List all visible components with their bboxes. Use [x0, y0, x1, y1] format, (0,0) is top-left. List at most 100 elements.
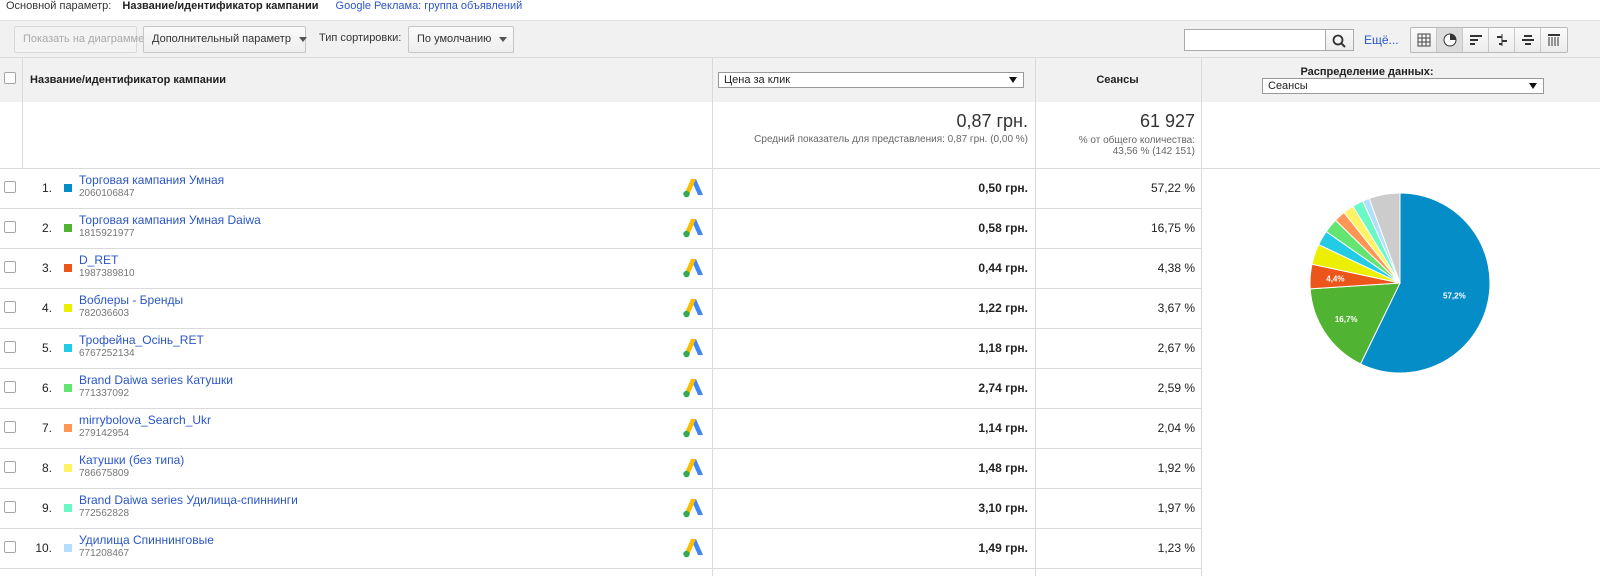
campaign-name-link[interactable]: Воблеры - Бренды: [79, 293, 183, 307]
sort-type-value: По умолчанию: [417, 33, 492, 45]
campaign-column-header[interactable]: Название/идентификатор кампании: [30, 74, 226, 86]
row-number: 10.: [35, 541, 52, 555]
campaign-name-link[interactable]: Торговая кампания Умная Daiwa: [79, 213, 261, 227]
grid-icon: [1417, 33, 1430, 47]
campaign-name-link[interactable]: Торговая кампания Умная: [79, 173, 224, 187]
google-ads-icon[interactable]: [681, 377, 705, 399]
cpc-average-value: 0,87 грн.: [956, 111, 1028, 131]
series-color-swatch: [64, 464, 72, 472]
google-ads-icon[interactable]: [681, 217, 705, 239]
plot-rows-button[interactable]: Показать на диаграмме: [14, 26, 144, 53]
series-color-swatch: [64, 424, 72, 432]
row-number: 3.: [41, 261, 52, 275]
row-number: 5.: [41, 341, 52, 355]
google-ads-icon[interactable]: [681, 337, 705, 359]
select-all-checkbox[interactable]: [4, 72, 16, 84]
row-number: 8.: [41, 461, 52, 475]
google-ads-icon[interactable]: [681, 257, 705, 279]
sessions-percent: 57,22 %: [1150, 181, 1195, 195]
cpc-average-note: Средний показатель для представления: 0,…: [754, 134, 1028, 145]
campaign-name-link[interactable]: Катушки (без типа): [79, 453, 184, 467]
row-checkbox[interactable]: [4, 461, 16, 473]
distribution-select-value: Сеансы: [1268, 80, 1308, 92]
campaign-name-link[interactable]: Brand Daiwa series Катушки: [79, 373, 233, 387]
row-number: 6.: [41, 381, 52, 395]
sort-type-label: Тип сортировки:: [319, 32, 402, 44]
sessions-total-percent: 43,56 % (142 151): [1112, 146, 1195, 157]
primary-dimension-label: Основной параметр:: [6, 0, 112, 12]
google-ads-icon[interactable]: [681, 417, 705, 439]
table-toolbar: Показать на диаграмме Дополнительный пар…: [0, 20, 1600, 58]
row-checkbox[interactable]: [4, 501, 16, 513]
dropdown-arrow-icon: [1529, 83, 1537, 89]
table-row: 9. Brand Daiwa series Удилища-спиннинги 77…: [0, 488, 1200, 528]
sort-type-dropdown[interactable]: По умолчанию: [408, 26, 514, 53]
campaign-id: 1987389810: [79, 268, 135, 279]
distribution-select[interactable]: Сеансы: [1262, 78, 1544, 94]
row-checkbox[interactable]: [4, 261, 16, 273]
row-number: 9.: [41, 501, 52, 515]
campaign-id: 771208467: [79, 548, 130, 559]
secondary-dimension-dropdown[interactable]: Дополнительный параметр: [143, 26, 307, 53]
table-row: 8. Катушки (без типа) 786675809 1,48 грн. 1,…: [0, 448, 1200, 488]
view-performance-button[interactable]: [1463, 28, 1489, 52]
series-color-swatch: [64, 384, 72, 392]
row-checkbox[interactable]: [4, 341, 16, 353]
row-number: 2.: [41, 221, 52, 235]
row-checkbox[interactable]: [4, 301, 16, 313]
campaign-name-link[interactable]: Трофейна_Осінь_RET: [79, 333, 204, 347]
cpc-value: 3,10 грн.: [978, 501, 1028, 515]
campaign-name-link[interactable]: mirrybolova_Search_Ukr: [79, 413, 211, 427]
row-checkbox[interactable]: [4, 181, 16, 193]
advanced-filter-link[interactable]: Ещё...: [1364, 33, 1399, 47]
row-number: 4.: [41, 301, 52, 315]
google-ads-icon[interactable]: [681, 497, 705, 519]
view-percentage-button[interactable]: [1437, 28, 1463, 52]
secondary-dimension-label: Дополнительный параметр: [152, 33, 291, 45]
table-row: 6. Brand Daiwa series Катушки 771337092 2,7…: [0, 368, 1200, 408]
view-data-button[interactable]: [1411, 28, 1437, 52]
table-search-input[interactable]: [1184, 29, 1326, 51]
sessions-percent: 2,59 %: [1157, 381, 1195, 395]
campaign-name-link[interactable]: Brand Daiwa series Удилища-спиннинги: [79, 493, 298, 507]
table-row: 7. mirrybolova_Search_Ukr 279142954 1,14 гр…: [0, 408, 1200, 448]
view-pivot-button[interactable]: [1541, 28, 1567, 52]
google-ads-icon[interactable]: [681, 537, 705, 559]
google-ads-icon[interactable]: [681, 457, 705, 479]
campaign-name-link[interactable]: Удилища Спиннинговые: [79, 533, 214, 547]
sessions-percent: 2,04 %: [1157, 421, 1195, 435]
view-term-cloud-button[interactable]: [1515, 28, 1541, 52]
cpc-value: 1,49 грн.: [978, 541, 1028, 555]
view-comparison-button[interactable]: [1489, 28, 1515, 52]
campaign-id: 2060106847: [79, 188, 135, 199]
google-ads-icon[interactable]: [681, 297, 705, 319]
pie-slice-label: 4,4%: [1326, 274, 1344, 283]
pivot-icon: [1548, 34, 1560, 46]
metric-select-value: Цена за клик: [724, 74, 791, 86]
row-checkbox[interactable]: [4, 221, 16, 233]
row-number: 7.: [41, 421, 52, 435]
row-checkbox[interactable]: [4, 381, 16, 393]
cpc-value: 1,18 грн.: [978, 341, 1028, 355]
dropdown-arrow-icon: [1009, 77, 1017, 83]
sessions-column-header[interactable]: Сеансы: [1035, 74, 1200, 86]
row-checkbox[interactable]: [4, 541, 16, 553]
bar-chart-icon: [1469, 35, 1482, 45]
column-divider: [1035, 58, 1036, 576]
cpc-value: 0,50 грн.: [978, 181, 1028, 195]
primary-dimension-adgroup-link[interactable]: Google Реклама: группа объявлений: [336, 0, 523, 12]
pie-slice-label: 16,7%: [1335, 315, 1358, 324]
sessions-percent: 1,92 %: [1157, 461, 1195, 475]
search-button[interactable]: [1326, 29, 1354, 51]
column-divider: [1201, 58, 1202, 576]
campaign-id: 1815921977: [79, 228, 135, 239]
comparison-icon: [1496, 34, 1507, 46]
cpc-value: 1,48 грн.: [978, 461, 1028, 475]
sessions-total-value: 61 927: [1139, 111, 1195, 131]
campaign-name-link[interactable]: D_RET: [79, 253, 118, 267]
metric-select[interactable]: Цена за клик: [718, 72, 1024, 88]
series-color-swatch: [64, 344, 72, 352]
row-checkbox[interactable]: [4, 421, 16, 433]
google-ads-icon[interactable]: [681, 177, 705, 199]
table-row: 4. Воблеры - Бренды 782036603 1,22 грн. 3,67…: [0, 288, 1200, 328]
